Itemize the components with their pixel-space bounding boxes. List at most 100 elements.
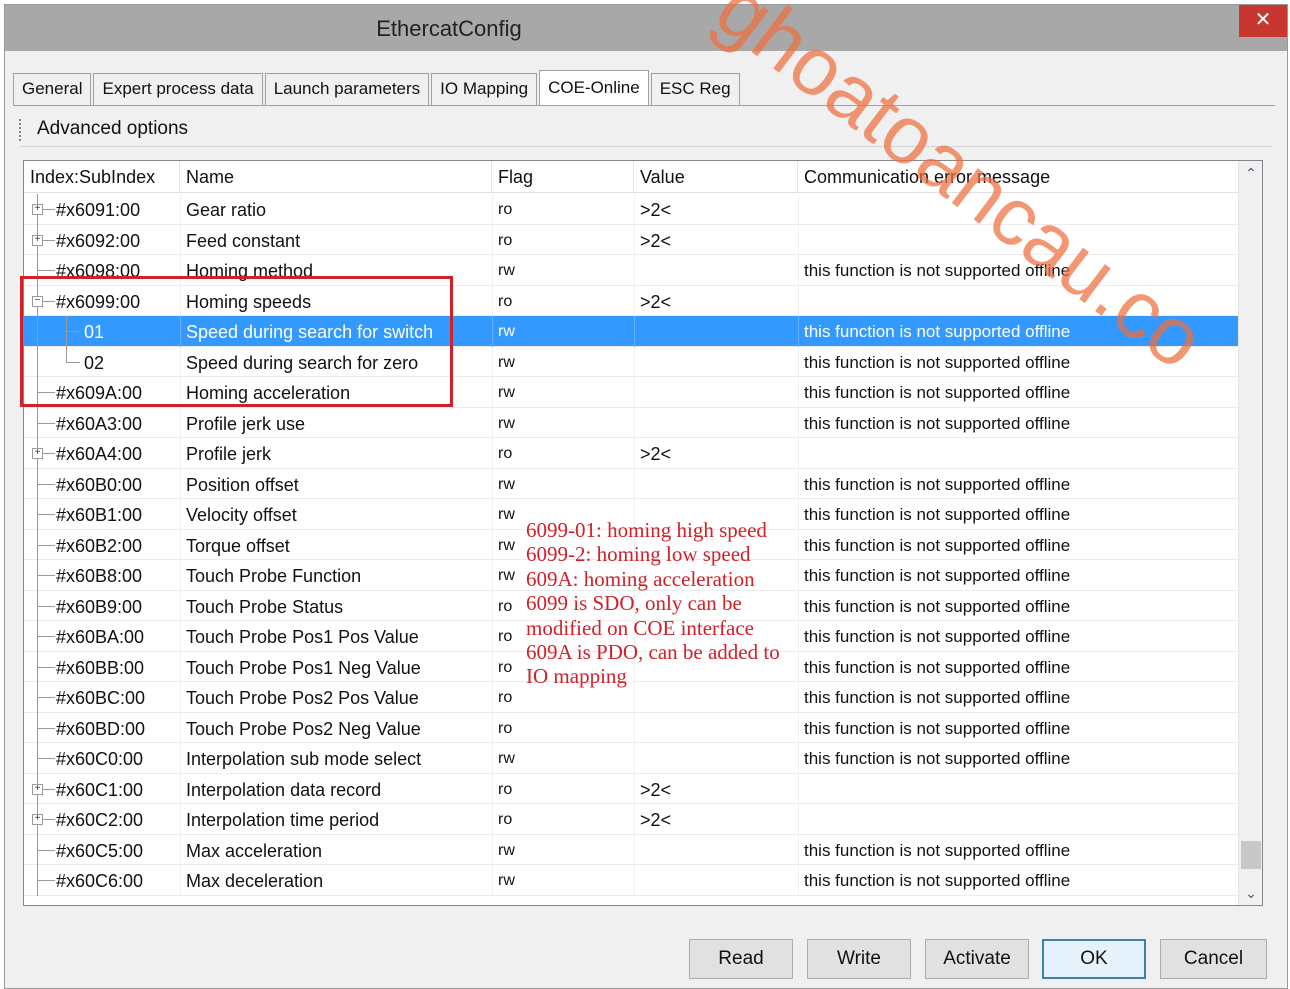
- expand-icon[interactable]: +: [32, 448, 43, 459]
- cell-error-message: this function is not supported offline: [804, 413, 1071, 433]
- table-row[interactable]: #x60A3:00 Profile jerk use rw this function…: [24, 407, 1238, 439]
- cell-flag: rw: [498, 323, 515, 340]
- column-separator: [492, 560, 493, 591]
- cell-name: Homing method: [186, 261, 314, 281]
- read-button[interactable]: Read: [689, 939, 793, 979]
- cancel-button[interactable]: Cancel: [1160, 939, 1267, 979]
- scroll-up-icon[interactable]: ⌃: [1239, 161, 1262, 185]
- table-row[interactable]: #x60C0:00 Interpolation sub mode select rw…: [24, 743, 1238, 774]
- table-row[interactable]: #x60BD:00 Touch Probe Pos2 Neg Value ro thi…: [24, 712, 1238, 744]
- cell-error-message: this function is not supported offline: [804, 261, 1071, 280]
- column-separator: [180, 743, 181, 774]
- cell-value: [640, 835, 798, 865]
- annotation-line: IO mapping: [526, 664, 627, 689]
- cell-value: [640, 865, 798, 895]
- collapse-icon[interactable]: −: [32, 295, 43, 307]
- tab-launch-parameters[interactable]: Launch parameters: [264, 73, 430, 105]
- cell-value: [640, 408, 798, 438]
- column-separator: [798, 316, 799, 347]
- cell-name: Touch Probe Pos2 Neg Value: [186, 718, 421, 739]
- table-row[interactable]: + #x6092:00 Feed constant ro >2<: [24, 224, 1238, 256]
- cell-error-message: this function is not supported offline: [804, 749, 1071, 768]
- cell-index: #x60C5:00: [56, 840, 144, 861]
- cell-value: >2<: [640, 444, 672, 464]
- cell-value: [640, 469, 798, 499]
- table-row[interactable]: #x6098:00 Homing method rw this function is…: [24, 255, 1238, 286]
- column-separator: [634, 468, 635, 500]
- expand-icon[interactable]: +: [32, 204, 43, 215]
- cell-name: Interpolation time period: [186, 810, 380, 830]
- cell-value: [640, 316, 798, 346]
- expand-icon[interactable]: +: [32, 783, 43, 795]
- cell-name: Velocity offset: [186, 505, 297, 525]
- cell-error-message: [804, 774, 1238, 804]
- close-button[interactable]: ✕: [1239, 5, 1287, 37]
- table-row[interactable]: #x60C6:00 Max deceleration rw this function…: [24, 865, 1238, 896]
- cell-flag: rw: [498, 841, 515, 859]
- expand-icon[interactable]: +: [32, 814, 43, 825]
- table-row[interactable]: #x609A:00 Homing acceleration rw this funct…: [24, 377, 1238, 408]
- cell-value: >2<: [640, 810, 672, 830]
- ok-button[interactable]: OK: [1042, 939, 1146, 979]
- column-separator: [798, 682, 799, 713]
- cell-error-message: this function is not supported offline: [804, 627, 1071, 646]
- tree-line: [37, 758, 55, 759]
- scroll-thumb[interactable]: [1241, 841, 1261, 869]
- tab-general[interactable]: General: [13, 73, 92, 105]
- column-separator: [492, 255, 493, 286]
- tab-coe-online[interactable]: COE-Online: [539, 70, 649, 106]
- table-row[interactable]: + #x6091:00 Gear ratio ro >2<: [24, 194, 1238, 225]
- window-title: EthercatConfig: [376, 16, 522, 41]
- expand-icon[interactable]: +: [32, 234, 43, 246]
- column-separator: [180, 468, 181, 500]
- column-separator: [798, 377, 799, 408]
- table-row[interactable]: #x60B0:00 Position offset rw this function …: [24, 468, 1238, 500]
- column-header-error[interactable]: Communication error message: [798, 161, 1238, 193]
- cell-error-message: this function is not supported offline: [804, 596, 1071, 616]
- column-separator: [492, 529, 493, 561]
- column-header-name[interactable]: Name: [180, 161, 492, 193]
- tree-line: [37, 666, 55, 668]
- cell-error-message: [804, 225, 1238, 255]
- tab-esc-reg[interactable]: ESC Reg: [650, 73, 740, 105]
- scroll-down-icon[interactable]: ⌄: [1239, 881, 1262, 905]
- column-separator: [634, 346, 635, 378]
- table-row[interactable]: 01 Speed during search for switch rw this f…: [24, 316, 1238, 347]
- column-separator: [798, 468, 799, 500]
- column-header-index[interactable]: Index:SubIndex: [24, 161, 180, 193]
- cell-error-message: this function is not supported offline: [804, 688, 1071, 707]
- cell-error-message: this function is not supported offline: [804, 505, 1071, 524]
- column-separator: [634, 834, 635, 866]
- write-button[interactable]: Write: [807, 939, 911, 979]
- tree-line: [37, 636, 55, 637]
- table-row[interactable]: + #x60A4:00 Profile jerk ro >2<: [24, 438, 1238, 469]
- table-row[interactable]: + #x60C1:00 Interpolation data record ro >2<: [24, 773, 1238, 805]
- cell-error-message: [804, 286, 1238, 316]
- vertical-scrollbar[interactable]: ⌃ ⌄: [1238, 161, 1262, 905]
- table-row[interactable]: #x60C5:00 Max acceleration rw this function…: [24, 834, 1238, 866]
- tree-line: [37, 849, 55, 851]
- column-separator: [180, 773, 181, 805]
- column-separator: [798, 529, 799, 561]
- advanced-options-button[interactable]: Advanced options: [37, 113, 188, 147]
- column-separator: [180, 377, 181, 408]
- cell-index: #x60B0:00: [56, 474, 143, 495]
- table-row[interactable]: − #x6099:00 Homing speeds ro >2<: [24, 285, 1238, 317]
- table-row[interactable]: 02 Speed during search for zero rw this fun…: [24, 346, 1238, 378]
- activate-button[interactable]: Activate: [925, 939, 1029, 979]
- cell-index: #x60A4:00: [56, 444, 143, 464]
- table-header: Index:SubIndex Name Flag Value Communica…: [24, 161, 1238, 193]
- title-bar[interactable]: EthercatConfig ✕: [5, 5, 1287, 51]
- table-row[interactable]: + #x60C2:00 Interpolation time period ro >2<: [24, 804, 1238, 835]
- column-separator: [492, 194, 493, 225]
- column-separator: [798, 712, 799, 744]
- column-separator: [798, 743, 799, 774]
- tab-io-mapping[interactable]: IO Mapping: [431, 73, 538, 105]
- tab-expert-process-data[interactable]: Expert process data: [93, 73, 263, 105]
- cell-error-message: this function is not supported offline: [804, 383, 1071, 402]
- column-header-value[interactable]: Value: [634, 161, 798, 193]
- tree-line: [37, 544, 55, 546]
- column-separator: [798, 590, 799, 622]
- cell-value: >2<: [640, 230, 672, 251]
- column-header-flag[interactable]: Flag: [492, 161, 634, 193]
